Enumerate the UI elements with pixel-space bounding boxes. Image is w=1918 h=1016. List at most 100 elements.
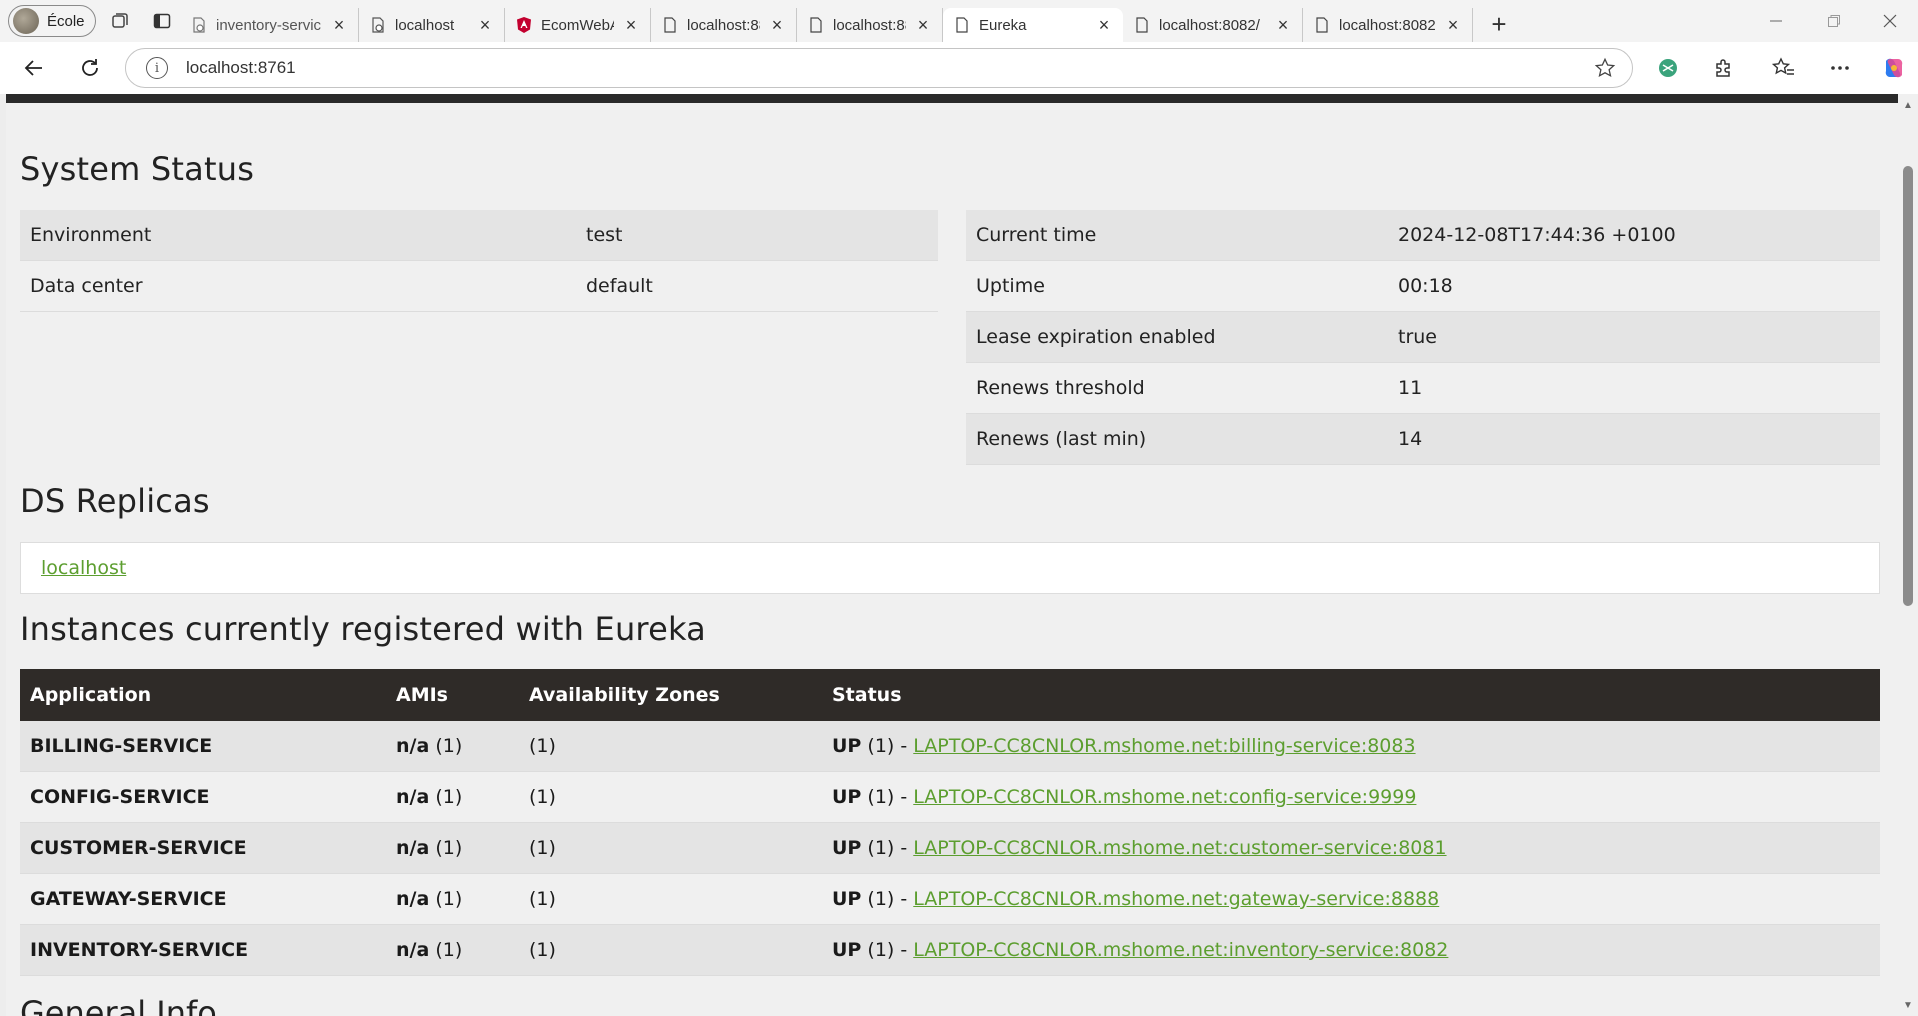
status-key: Uptime — [976, 275, 1045, 297]
status-key: Lease expiration enabled — [976, 326, 1216, 348]
page-icon — [661, 16, 679, 34]
close-icon[interactable]: × — [768, 15, 786, 35]
minimize-icon[interactable] — [1748, 0, 1804, 42]
amis-cell: n/a (1) — [396, 888, 529, 910]
header-amis: AMIs — [396, 684, 448, 706]
browser-toolbar: i localhost:8761 — [0, 42, 1918, 94]
copilot-icon[interactable] — [1874, 48, 1914, 88]
status-up: UP — [832, 888, 862, 910]
scrollbar-thumb[interactable] — [1903, 166, 1913, 606]
site-info-icon[interactable]: i — [146, 57, 168, 79]
back-arrow-icon[interactable] — [14, 48, 54, 88]
status-row: Environment test — [20, 210, 938, 261]
page-icon — [1133, 16, 1151, 34]
profile-button[interactable]: École — [8, 5, 96, 37]
status-count: (1) - — [867, 939, 908, 961]
tab-ecomwebapp[interactable]: EcomWebApp × — [505, 8, 651, 42]
tab-label: localhost:8888/ — [833, 16, 906, 34]
extensions-puzzle-icon[interactable] — [1704, 48, 1744, 88]
tab-localhost-8082-b[interactable]: localhost:8082 × — [1303, 8, 1473, 42]
status-cell: UP (1) - LAPTOP-CC8CNLOR.mshome.net:cust… — [832, 837, 1880, 859]
amis-cell: n/a (1) — [396, 939, 529, 961]
status-cell: UP (1) - LAPTOP-CC8CNLOR.mshome.net:gate… — [832, 888, 1880, 910]
application-name: CONFIG-SERVICE — [30, 786, 210, 808]
favorites-icon[interactable] — [1764, 48, 1804, 88]
instances-table-header: Application AMIs Availability Zones Stat… — [20, 669, 1880, 721]
favorite-star-icon[interactable] — [1594, 57, 1616, 84]
scroll-up-arrow-icon[interactable]: ▲ — [1902, 100, 1914, 112]
status-value: 14 — [1398, 428, 1423, 450]
instance-link[interactable]: LAPTOP-CC8CNLOR.mshome.net:customer-serv… — [913, 837, 1446, 859]
page-icon — [1313, 16, 1331, 34]
close-icon[interactable]: × — [622, 15, 640, 35]
ds-replicas-list: localhost — [20, 542, 1880, 594]
tab-localhost-8082-a[interactable]: localhost:8082/ × — [1123, 8, 1303, 42]
instance-link[interactable]: LAPTOP-CC8CNLOR.mshome.net:gateway-servi… — [913, 888, 1439, 910]
refresh-icon[interactable] — [70, 48, 110, 88]
status-value: test — [586, 224, 623, 246]
amis-cell: n/a (1) — [396, 735, 529, 757]
application-name: INVENTORY-SERVICE — [30, 939, 249, 961]
close-icon[interactable]: × — [1444, 15, 1462, 35]
ami-value: n/a — [396, 786, 430, 808]
amis-cell: n/a (1) — [396, 786, 529, 808]
extension-colorful-icon[interactable] — [1648, 48, 1688, 88]
application-name: BILLING-SERVICE — [30, 735, 213, 757]
header-availability-zones: Availability Zones — [529, 684, 720, 706]
url-text[interactable]: localhost:8761 — [186, 58, 296, 78]
status-row: Data center default — [20, 261, 938, 312]
tab-localhost-8888-a[interactable]: localhost:8888/ × — [651, 8, 797, 42]
system-status-right-table: Current time 2024-12-08T17:44:36 +0100 U… — [966, 210, 1880, 465]
zones-cell: (1) — [529, 786, 556, 808]
status-row: Renews (last min) 14 — [966, 414, 1880, 465]
status-count: (1) - — [867, 888, 908, 910]
tab-label: inventory-servic — [216, 16, 322, 34]
address-bar[interactable]: i localhost:8761 — [125, 48, 1633, 88]
status-key: Current time — [976, 224, 1097, 246]
status-cell: UP (1) - LAPTOP-CC8CNLOR.mshome.net:bill… — [832, 735, 1880, 757]
application-name: GATEWAY-SERVICE — [30, 888, 227, 910]
status-row: Current time 2024-12-08T17:44:36 +0100 — [966, 210, 1880, 261]
status-value: 2024-12-08T17:44:36 +0100 — [1398, 224, 1676, 246]
workspaces-icon[interactable] — [102, 5, 138, 37]
scroll-down-arrow-icon[interactable]: ▼ — [1902, 1000, 1914, 1012]
close-icon[interactable]: × — [914, 15, 932, 35]
amis-cell: n/a (1) — [396, 837, 529, 859]
close-icon[interactable]: × — [330, 15, 348, 35]
avatar — [13, 8, 39, 34]
status-key: Renews (last min) — [976, 428, 1147, 450]
vertical-tabs-icon[interactable] — [144, 5, 180, 37]
replica-link[interactable]: localhost — [41, 557, 126, 579]
zones-cell: (1) — [529, 939, 556, 961]
tab-localhost[interactable]: localhost × — [359, 8, 505, 42]
ami-count: (1) — [435, 939, 463, 961]
status-up: UP — [832, 735, 862, 757]
instance-link[interactable]: LAPTOP-CC8CNLOR.mshome.net:inventory-ser… — [913, 939, 1448, 961]
status-value: 11 — [1398, 377, 1423, 399]
close-window-icon[interactable] — [1862, 0, 1918, 42]
header-application: Application — [30, 684, 152, 706]
restore-icon[interactable] — [1806, 0, 1862, 42]
tab-label: Eureka — [979, 16, 1027, 34]
page-scrollbar[interactable]: ▲ ▼ — [1898, 94, 1918, 1016]
new-tab-button[interactable]: + — [1479, 7, 1519, 41]
more-options-icon[interactable] — [1820, 48, 1860, 88]
status-count: (1) - — [867, 837, 908, 859]
status-value: default — [586, 275, 653, 297]
angular-icon — [515, 16, 533, 34]
instance-link[interactable]: LAPTOP-CC8CNLOR.mshome.net:config-servic… — [913, 786, 1416, 808]
zones-cell: (1) — [529, 837, 556, 859]
tab-localhost-8888-b[interactable]: localhost:8888/ × — [797, 8, 943, 42]
table-row: INVENTORY-SERVICE n/a (1) (1) UP (1) - L… — [20, 925, 1880, 976]
tab-label: localhost:8082/ — [1159, 16, 1260, 34]
instance-link[interactable]: LAPTOP-CC8CNLOR.mshome.net:billing-servi… — [913, 735, 1415, 757]
status-value: true — [1398, 326, 1437, 348]
close-icon[interactable]: × — [476, 15, 494, 35]
ami-count: (1) — [435, 837, 463, 859]
page-error-icon — [190, 16, 208, 34]
close-icon[interactable]: × — [1274, 15, 1292, 35]
tab-inventory-service[interactable]: inventory-servic × — [180, 8, 359, 42]
status-key: Renews threshold — [976, 377, 1145, 399]
tab-eureka[interactable]: Eureka × — [943, 8, 1123, 42]
close-icon[interactable]: × — [1095, 15, 1113, 35]
